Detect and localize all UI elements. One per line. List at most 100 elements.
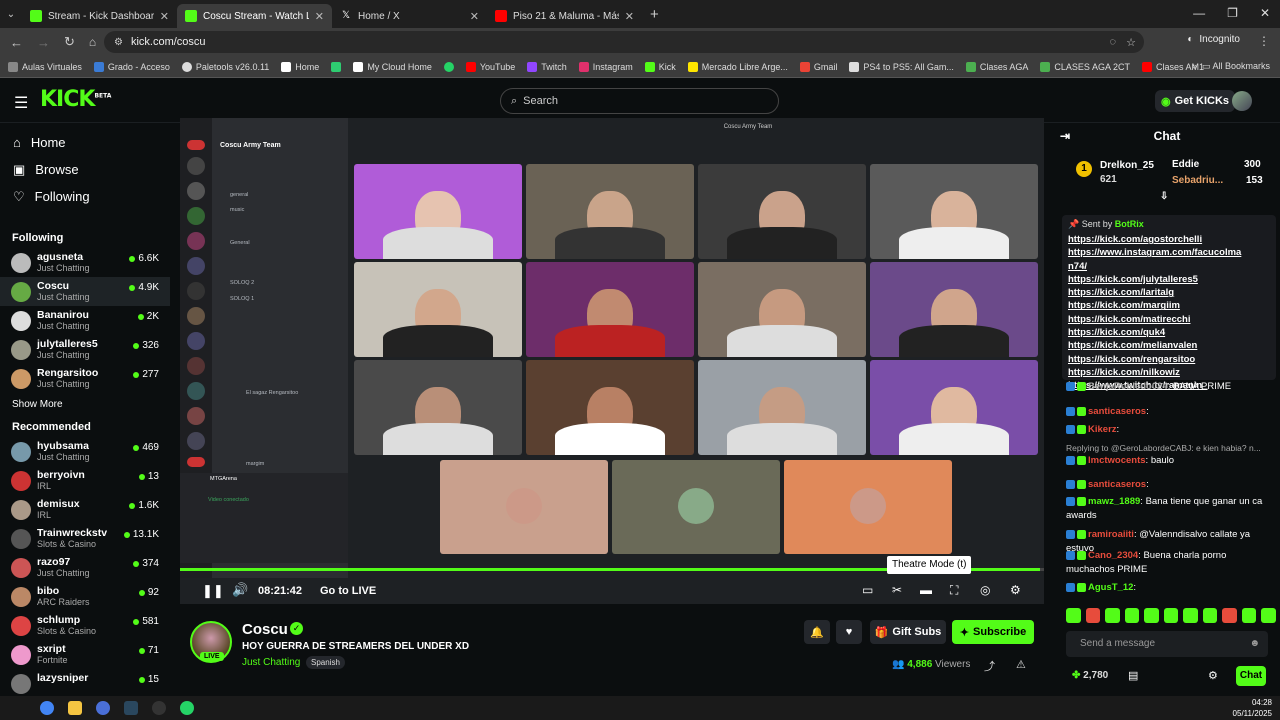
chat-username[interactable]: Kikerz (1088, 424, 1117, 435)
stream-language-tag[interactable]: Spanish (306, 656, 345, 669)
chat-username[interactable]: lmctwocents (1088, 455, 1146, 466)
sidebar-item-home[interactable]: ⌂ Home (0, 129, 170, 156)
bookmark-item[interactable]: Gmail (799, 61, 837, 72)
video-player[interactable]: Coscu Army Team general music General SO… (180, 118, 1044, 604)
notification-bell-button[interactable]: 🔔 (804, 620, 830, 644)
fullscreen-icon[interactable]: ⛶ (950, 583, 958, 598)
channel-item[interactable]: berryoivn IRL 13 (0, 466, 170, 495)
theatre-mode-icon[interactable]: ▬ (920, 583, 932, 597)
chrome-profile-icon[interactable] (96, 701, 110, 715)
follow-button[interactable]: ♥ (836, 620, 862, 644)
browser-tab-coscu[interactable]: Coscu Stream - Watch Live ✕ (177, 4, 332, 28)
pinned-link[interactable]: https://kick.com/rengarsitoo (1068, 353, 1270, 366)
browser-tab-x[interactable]: 𝕏 Home / X ✕ (332, 4, 487, 28)
sidebar-item-following[interactable]: ♡ Following (0, 183, 170, 210)
channel-item[interactable]: bibo ARC Raiders 92 (0, 582, 170, 611)
back-icon[interactable]: ← (10, 35, 23, 50)
emote-icon[interactable] (1241, 608, 1257, 623)
search-input[interactable]: ⌕ Search (500, 88, 779, 114)
gifter-name[interactable]: Eddie (1172, 159, 1199, 170)
share-icon[interactable]: ⤴ (984, 658, 995, 674)
subscribe-button[interactable]: ✦ Subscribe (952, 620, 1034, 644)
pause-icon[interactable]: ❚❚ (202, 583, 224, 599)
app-icon[interactable] (152, 701, 166, 715)
emote-icon[interactable] (1144, 608, 1159, 623)
close-icon[interactable]: ✕ (315, 10, 324, 23)
emote-icon[interactable] (1163, 608, 1179, 623)
minimize-icon[interactable]: — (1193, 6, 1205, 20)
get-kicks-button[interactable]: ◉ Get KICKs (1155, 90, 1236, 112)
reload-icon[interactable]: ↻ (64, 34, 75, 50)
pinned-link[interactable]: https://kick.com/nilkowiz (1068, 366, 1270, 379)
pinned-link[interactable]: https://kick.com/margiim (1068, 299, 1270, 312)
bookmark-item[interactable] (443, 61, 454, 72)
emote-icon[interactable] (1222, 608, 1237, 623)
stream-category[interactable]: Just Chatting (242, 657, 300, 668)
user-avatar[interactable] (1232, 91, 1252, 111)
gifter-name[interactable]: Drelkon_25 (1100, 160, 1154, 171)
incognito-indicator[interactable]: ◐ Incognito (1187, 34, 1240, 45)
gifter-name[interactable]: Sebadriu... (1172, 175, 1223, 186)
emote-icon[interactable] (1202, 608, 1218, 623)
settings-icon[interactable]: ⚙ (1010, 583, 1021, 597)
browser-tab-dashboard[interactable]: Stream - Kick Dashboard ✕ (22, 4, 177, 28)
chat-message-input[interactable]: Send a message ☻ (1066, 631, 1268, 657)
pinned-link[interactable]: https://kick.com/quk4 (1068, 326, 1270, 339)
bookmark-item[interactable]: Mercado Libre Arge... (687, 61, 788, 72)
channel-item[interactable]: agusneta Just Chatting 6.6K (0, 248, 170, 277)
bookmark-item[interactable]: YouTube (465, 61, 515, 72)
pinned-link[interactable]: https://kick.com/matirecchi (1068, 313, 1270, 326)
site-info-icon[interactable]: ⚙ (114, 37, 123, 48)
new-tab-icon[interactable]: + (650, 6, 659, 23)
chrome-icon[interactable] (40, 701, 54, 715)
bookmark-item[interactable]: Twitch (527, 61, 567, 72)
channel-item[interactable]: Bananirou Just Chatting 2K (0, 306, 170, 335)
channel-item[interactable]: demisux IRL 1.6K (0, 495, 170, 524)
pinned-link[interactable]: https://kick.com/agostorchelli (1068, 233, 1270, 246)
chat-username[interactable]: BenjaRobledo024 (1088, 381, 1168, 392)
channel-item[interactable]: razo97 Just Chatting 374 (0, 553, 170, 582)
chat-username[interactable]: mawz_1889 (1088, 496, 1140, 507)
whatsapp-icon[interactable] (180, 701, 194, 715)
channel-item[interactable]: Coscu Just Chatting 4.9K (0, 277, 170, 306)
bookmark-star-icon[interactable]: ☆ (1126, 36, 1136, 49)
chat-username[interactable]: santicaseros (1088, 479, 1146, 490)
channel-item[interactable]: hyubsama Just Chatting 469 (0, 437, 170, 466)
send-chat-button[interactable]: Chat (1236, 666, 1266, 686)
pip-icon[interactable]: ▭ (862, 583, 873, 597)
folder-icon[interactable] (68, 701, 82, 715)
emote-icon[interactable] (1124, 608, 1140, 623)
chat-settings-icon[interactable]: ⚙ (1208, 669, 1218, 682)
close-icon[interactable]: ✕ (625, 10, 634, 23)
volume-icon[interactable]: 🔊 (232, 582, 248, 598)
chat-username[interactable]: ramiroaiiti (1088, 529, 1134, 540)
expand-gifters-icon[interactable]: ⇩ (1160, 191, 1168, 202)
channel-points[interactable]: ✤ 2,780 (1072, 670, 1108, 681)
bookmark-item[interactable]: CLASES AGA 2CT (1040, 61, 1130, 72)
channel-item[interactable]: schlump Slots & Casino 581 (0, 611, 170, 640)
streamer-name[interactable]: Coscu (242, 621, 288, 638)
pinned-link[interactable]: https://www.instagram.com/facucolma (1068, 246, 1270, 259)
bookmark-item[interactable]: Grado - Acceso (93, 61, 170, 72)
all-bookmarks[interactable]: » ▭ All Bookmarks (1192, 61, 1270, 72)
channel-item[interactable]: sxript Fortnite 71 (0, 640, 170, 669)
bookmark-item[interactable]: Aulas Virtuales (8, 61, 82, 72)
pinned-link[interactable]: https://kick.com/laritalg (1068, 286, 1270, 299)
url-field[interactable]: ⚙ kick.com/coscu ◌ ☆ (104, 31, 1144, 53)
menu-dots-icon[interactable]: ⋮ (1258, 34, 1270, 48)
chat-username[interactable]: AgusT_12 (1088, 582, 1133, 593)
kick-logo[interactable]: KICKBETA (40, 87, 111, 112)
chat-rules-icon[interactable]: ▤ (1128, 669, 1138, 682)
steam-icon[interactable] (124, 701, 138, 715)
menu-icon[interactable]: ☰ (14, 93, 28, 113)
sidebar-item-browse[interactable]: ▣ Browse (0, 156, 170, 183)
close-icon[interactable]: ✕ (470, 10, 479, 23)
quality-icon[interactable]: ◎ (980, 583, 990, 597)
bookmark-item[interactable]: Home (281, 61, 319, 72)
pinned-link[interactable]: https://kick.com/julytalleres5 (1068, 273, 1270, 286)
channel-item[interactable]: Rengarsitoo Just Chatting 277 (0, 364, 170, 393)
gift-subs-button[interactable]: 🎁 Gift Subs (870, 620, 946, 644)
emote-icon[interactable] (1183, 608, 1198, 623)
pinned-link[interactable]: https://kick.com/melianvalen (1068, 339, 1270, 352)
bookmark-item[interactable]: Instagram (578, 61, 633, 72)
